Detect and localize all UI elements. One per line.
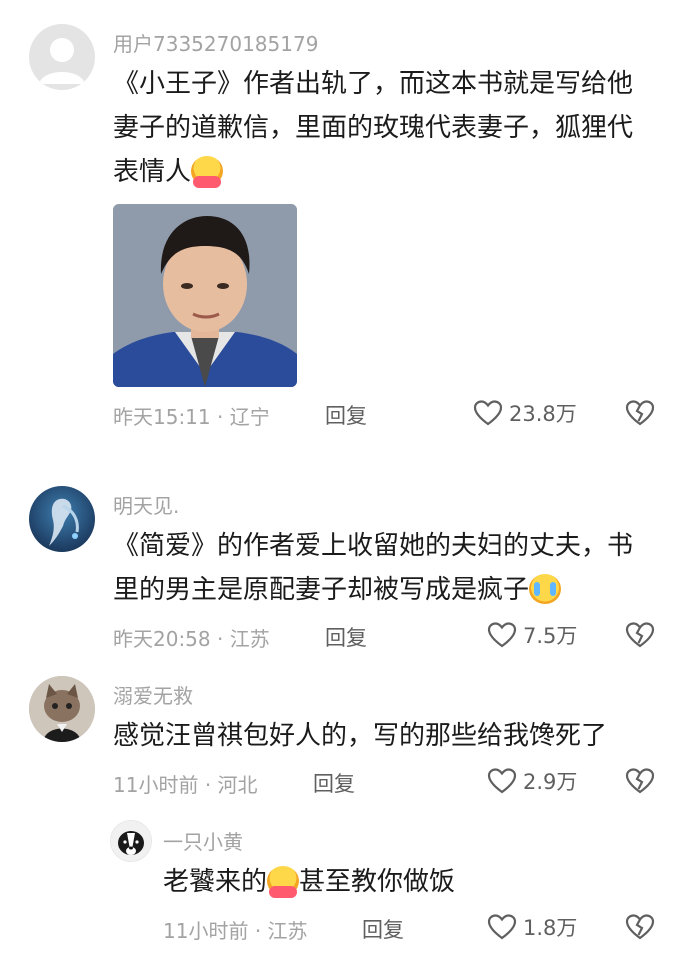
comment-time: 11小时前 <box>113 773 199 797</box>
username[interactable]: 明天见. <box>113 490 179 519</box>
comment-location: 河北 <box>217 773 258 797</box>
default-avatar-icon <box>39 38 85 84</box>
comment-meta: 昨天15:11 · 辽宁 <box>113 401 270 430</box>
broken-heart-icon <box>625 914 655 940</box>
broken-heart-icon <box>625 400 655 426</box>
heart-outline-icon <box>487 622 517 648</box>
reply-button[interactable]: 回复 <box>362 914 404 944</box>
reply-button[interactable]: 回复 <box>313 768 355 798</box>
comment-text-line: 感觉汪曾祺包好人的，写的那些给我馋死了 <box>113 721 608 751</box>
anime-avatar-image <box>49 498 79 546</box>
comment-meta: 11小时前 · 江苏 <box>163 915 308 944</box>
like-count: 23.8万 <box>509 402 577 426</box>
comment-text-segment: 甚至教你做饭 <box>299 867 456 897</box>
comment-text-segment: 里的男主是原配妻子却被写成是疯子 <box>113 575 530 605</box>
dislike-button[interactable] <box>625 913 655 945</box>
portrait-photo <box>113 204 297 387</box>
like-count: 1.8万 <box>523 916 578 940</box>
username[interactable]: 用户7335270185179 <box>113 28 318 57</box>
like-button[interactable]: 2.9万 <box>487 766 577 796</box>
like-count: 2.9万 <box>523 770 578 794</box>
meta-separator: · <box>217 627 224 651</box>
avatar-user-4[interactable] <box>110 820 152 862</box>
comment-location: 江苏 <box>229 627 270 651</box>
comment-text-line: 妻子的道歉信，里面的玫瑰代表妻子，狐狸代 <box>113 113 634 143</box>
meta-separator: · <box>217 405 224 429</box>
crying-face-emoji <box>529 574 562 604</box>
dislike-button[interactable] <box>625 399 655 431</box>
comment-image[interactable] <box>113 204 297 387</box>
broken-heart-icon <box>625 768 655 794</box>
like-button[interactable]: 7.5万 <box>487 620 577 650</box>
comment-meta: 昨天20:58 · 江苏 <box>113 623 270 652</box>
comment-text: 《小王子》作者出轨了，而这本书就是写给他 妻子的道歉信，里面的玫瑰代表妻子，狐狸… <box>113 62 633 194</box>
like-count: 7.5万 <box>523 624 578 648</box>
comment-meta: 11小时前 · 河北 <box>113 769 258 798</box>
comment-text-line: 老饕来的 甚至教你做饭 <box>163 860 455 904</box>
broken-heart-icon <box>625 622 655 648</box>
heart-outline-icon <box>487 914 517 940</box>
comment-text-segment: 老饕来的 <box>163 867 268 897</box>
heart-outline-icon <box>487 768 517 794</box>
like-button[interactable]: 1.8万 <box>487 912 577 942</box>
avatar-user-2[interactable] <box>29 486 95 552</box>
avatar-user-3[interactable] <box>29 676 95 742</box>
comment-text-line: 表情人 <box>113 150 633 194</box>
cat-avatar-image <box>29 676 95 742</box>
comment-text: 感觉汪曾祺包好人的，写的那些给我馋死了 <box>113 714 607 758</box>
comment-text: 《简爱》的作者爱上收留她的夫妇的丈夫，书 里的男主是原配妻子却被写成是疯子 <box>113 524 633 612</box>
comment-text-line: 《简爱》的作者爱上收留她的夫妇的丈夫，书 <box>113 531 634 561</box>
like-button[interactable]: 23.8万 <box>473 398 577 428</box>
meta-separator: · <box>204 773 212 797</box>
comment-text-segment: 表情人 <box>113 157 192 187</box>
comment-location: 辽宁 <box>229 405 270 429</box>
comment-text-line: 《小王子》作者出轨了，而这本书就是写给他 <box>113 69 634 99</box>
comment-text-line: 里的男主是原配妻子却被写成是疯子 <box>113 568 633 612</box>
hugging-face-emoji <box>267 866 300 898</box>
username[interactable]: 溺爱无救 <box>113 680 193 709</box>
comment-time: 昨天20:58 <box>113 627 211 651</box>
comment-time: 昨天15:11 <box>113 405 211 429</box>
reply-button[interactable]: 回复 <box>325 400 367 430</box>
dog-avatar-image <box>111 821 151 861</box>
comment-location: 江苏 <box>267 919 308 943</box>
comment-text: 老饕来的 甚至教你做饭 <box>163 860 455 904</box>
heart-outline-icon <box>473 400 503 426</box>
dislike-button[interactable] <box>625 767 655 799</box>
comment-time: 11小时前 <box>163 919 249 943</box>
meta-separator: · <box>254 919 262 943</box>
dislike-button[interactable] <box>625 621 655 653</box>
hugging-face-emoji <box>191 156 224 188</box>
reply-button[interactable]: 回复 <box>325 622 367 652</box>
username[interactable]: 一只小黄 <box>163 826 243 855</box>
avatar-default-user[interactable] <box>29 24 95 90</box>
